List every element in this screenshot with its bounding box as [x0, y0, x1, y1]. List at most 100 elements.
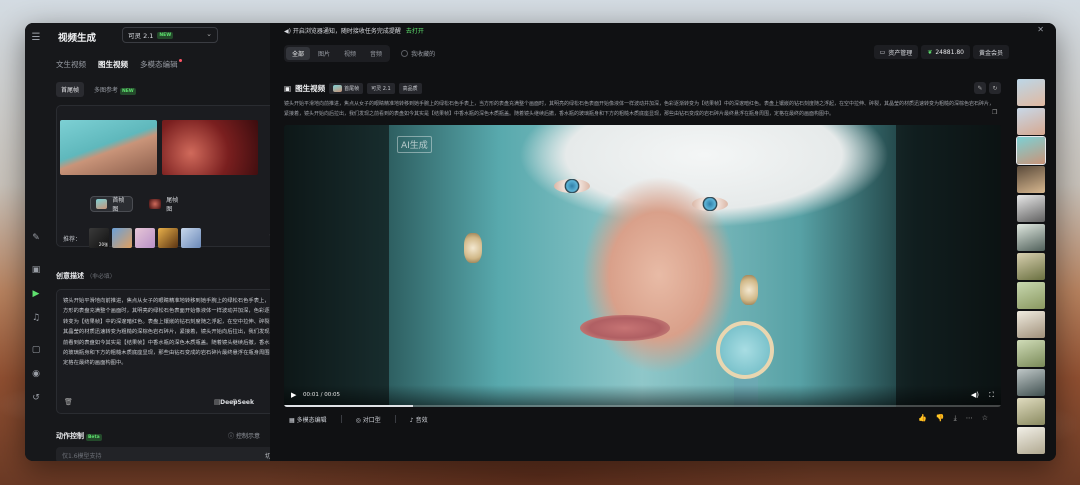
new-dot — [178, 59, 182, 62]
multimodal-edit-button[interactable]: ▦ 多模态编辑 — [289, 415, 327, 424]
recommend-count: 20张 — [98, 242, 108, 247]
volume-icon[interactable]: ◀) — [971, 391, 979, 399]
menu-icon[interactable]: ☰ — [30, 31, 42, 43]
model-select[interactable]: 可灵 2.1 NEW ⌄ — [122, 27, 218, 43]
recommend-thumb[interactable] — [181, 228, 201, 248]
main-area: ◀) 开启浏览器通知，随时接收任务完成提醒 去打开 ✕ 全部 图片 视频 音频 … — [270, 23, 1056, 461]
fullscreen-icon[interactable]: ⛶ — [989, 391, 994, 400]
last-frame-button[interactable]: 尾帧图 — [144, 196, 187, 213]
subtabs: 首尾帧 多图参考 NEW — [56, 82, 141, 97]
filter-video[interactable]: 视频 — [338, 47, 362, 60]
history-thumb[interactable] — [1017, 340, 1045, 367]
first-frame-image[interactable] — [60, 120, 157, 175]
subtab-multi-ref[interactable]: 多图参考 NEW — [89, 82, 141, 97]
sound-effect-button[interactable]: ♪ 音效 — [410, 415, 428, 424]
filter-bar: 全部 图片 视频 音频 我收藏的 — [284, 45, 435, 62]
filter-all[interactable]: 全部 — [286, 47, 311, 60]
chevron-down-icon: ⌄ — [206, 30, 212, 38]
membership-button[interactable]: 黄金会员 — [972, 45, 1009, 59]
recommend-list: 20张 — [89, 228, 201, 248]
watch — [716, 321, 774, 379]
recommend-thumb[interactable] — [135, 228, 155, 248]
favorites-checkbox[interactable]: 我收藏的 — [401, 49, 435, 58]
grid-icon: ▦ — [289, 416, 295, 424]
history-thumb[interactable] — [1017, 282, 1045, 309]
action-input[interactable]: 仅1.6模型支持 切换 — [56, 447, 284, 461]
first-frame-label: 首帧图 — [112, 197, 125, 213]
lip-sync-button[interactable]: ◎ 对口型 — [356, 415, 381, 424]
action-control-title: 动作控制 Beta — [56, 431, 102, 441]
model-name: 可灵 2.1 — [128, 32, 154, 40]
lips — [580, 315, 670, 341]
history-thumb[interactable] — [1017, 427, 1045, 454]
history-thumb[interactable] — [1017, 79, 1045, 106]
history-thumb[interactable] — [1017, 224, 1045, 251]
chip-model: 可灵 2.1 — [367, 83, 395, 94]
asset-management-button[interactable]: ▭ 资产管理 — [873, 45, 919, 59]
tab-image-to-video[interactable]: 图生视频 — [98, 59, 128, 70]
lips-icon: ◎ — [355, 416, 361, 424]
card-header: ▣ 图生视频 首尾帧 可灵 2.1 高品质 — [284, 83, 422, 94]
edit-icon[interactable]: ✎ — [974, 82, 986, 94]
eye-icon[interactable]: ◉ — [30, 368, 42, 380]
eye-left — [554, 179, 590, 193]
history-thumb[interactable] — [1017, 166, 1045, 193]
new-badge: NEW — [157, 31, 174, 39]
history-thumb[interactable] — [1017, 108, 1045, 135]
play-icon[interactable]: ▶ — [291, 391, 296, 399]
action-placeholder: 仅1.6模型支持 — [62, 453, 102, 460]
close-icon[interactable]: ✕ — [1037, 25, 1044, 34]
more-icon[interactable]: ⋯ — [966, 414, 973, 423]
thumbs-up-icon[interactable]: 👍 — [918, 414, 927, 423]
history-thumb[interactable] — [1017, 195, 1045, 222]
tab-multimodal-edit[interactable]: 多模态编辑 — [140, 59, 182, 70]
star-icon[interactable]: ☆ — [982, 414, 988, 423]
progress-fill — [284, 405, 414, 407]
notice-link[interactable]: 去打开 — [406, 28, 424, 35]
regenerate-icon[interactable]: ↻ — [989, 82, 1001, 94]
control-hint-link[interactable]: ⓘ 控制示意 — [228, 431, 260, 440]
chip-frame: 首尾帧 — [329, 83, 364, 94]
recommend-thumb[interactable] — [112, 228, 132, 248]
recommend-thumb[interactable]: 20张 — [89, 228, 109, 248]
last-frame-thumb — [149, 199, 162, 209]
image-icon[interactable]: ▣ — [30, 264, 42, 276]
trash-icon[interactable]: 🗑 — [64, 398, 73, 406]
left-panel: 视频生成 可灵 2.1 NEW ⌄ 文生视频 图生视频 多模态编辑 首尾帧 多图… — [47, 23, 284, 461]
history-thumb-selected[interactable] — [1016, 136, 1046, 165]
history-icon[interactable]: ↺ — [30, 392, 42, 404]
video-icon[interactable]: ▶ — [30, 288, 42, 300]
tab-text-to-video[interactable]: 文生视频 — [56, 59, 86, 70]
brush-icon[interactable]: ✎ — [30, 232, 42, 244]
credits-display[interactable]: ❦ 24881.80 — [921, 45, 970, 59]
copy-icon[interactable]: ❐ — [992, 109, 997, 116]
filter-audio[interactable]: 音频 — [364, 47, 388, 60]
download-icon[interactable]: ⤓ — [954, 414, 957, 423]
history-thumb[interactable] — [1017, 398, 1045, 425]
box-icon[interactable]: ▢ — [30, 344, 42, 356]
history-thumb[interactable] — [1017, 253, 1045, 280]
video-controls: ▶ 00:01 / 00:05 ◀) ⛶ — [284, 385, 1001, 407]
audio-icon[interactable]: ♫ — [30, 312, 42, 324]
filter-image[interactable]: 图片 — [312, 47, 336, 60]
history-thumb[interactable] — [1017, 311, 1045, 338]
deepseek-logo[interactable]: DeepSeek — [220, 399, 254, 406]
info-icon: ⓘ — [228, 433, 235, 440]
control-hint-label: 控制示意 — [235, 433, 260, 440]
multimodal-edit-label: 多模态编辑 — [296, 416, 327, 424]
video-player[interactable]: AI生成 ▶ 00:01 / 00:05 ◀) ⛶ — [284, 125, 1001, 407]
first-frame-button[interactable]: 首帧图 — [90, 196, 133, 213]
thumbs-down-icon[interactable]: 👎 — [936, 414, 945, 423]
recommend-label: 推荐： — [63, 236, 82, 243]
app-window: ☰ ✎ ▣ ▶ ♫ ▢ ◉ ↺ 视频生成 可灵 2.1 NEW ⌄ 文生视频 图… — [25, 23, 1056, 461]
mode-tabs: 文生视频 图生视频 多模态编辑 — [56, 59, 182, 70]
sound-effect-label: 音效 — [415, 416, 428, 424]
recommend-thumb[interactable] — [158, 228, 178, 248]
last-frame-image[interactable] — [162, 120, 258, 175]
credits-value: 24881.80 — [935, 48, 964, 56]
video-progress[interactable] — [284, 405, 1001, 407]
folder-icon: ▭ — [879, 48, 886, 56]
history-thumb[interactable] — [1017, 369, 1045, 396]
notice-text: 开启浏览器通知，随时接收任务完成提醒 — [292, 28, 401, 35]
subtab-first-last-frame[interactable]: 首尾帧 — [56, 82, 85, 97]
